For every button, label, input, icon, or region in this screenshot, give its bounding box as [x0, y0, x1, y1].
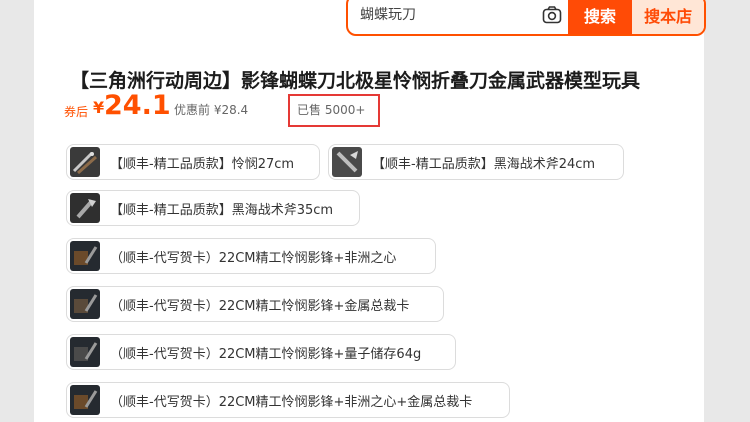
sku-label: （顺丰-代写贺卡）22CM精工怜悯影锋+金属总裁卡 — [110, 298, 410, 314]
highlight-box — [288, 94, 380, 127]
sku-label: 【顺丰-精工品质款】怜悯27cm — [110, 156, 295, 172]
search-bar: 搜索 搜本店 — [346, 0, 706, 36]
sku-thumbnail — [70, 289, 100, 319]
camera-icon[interactable] — [536, 0, 568, 32]
sku-option[interactable]: 【顺丰-精工品质款】黑海战术斧24cm — [328, 144, 624, 180]
search-button[interactable]: 搜索 — [567, 0, 633, 34]
coupon-price-label: 券后 — [64, 105, 89, 119]
sku-label: （顺丰-代写贺卡）22CM精工怜悯影锋+非洲之心 — [110, 250, 397, 266]
search-input[interactable] — [348, 0, 536, 34]
sku-label: （顺丰-代写贺卡）22CM精工怜悯影锋+量子储存64g — [110, 346, 422, 362]
sku-thumbnail — [332, 147, 362, 177]
sku-label: 【顺丰-精工品质款】黑海战术斧35cm — [110, 202, 334, 218]
product-title: 【三角洲行动周边】影锋蝴蝶刀北极星怜悯折叠刀金属武器模型玩具 — [70, 70, 641, 92]
price-currency: ¥ — [93, 98, 105, 117]
sku-thumbnail — [70, 193, 100, 223]
price-value: 24.1 — [104, 90, 171, 121]
sku-thumbnail — [70, 337, 100, 367]
product-page: 搜索 搜本店 【三角洲行动周边】影锋蝴蝶刀北极星怜悯折叠刀金属武器模型玩具 券后… — [34, 0, 706, 422]
sku-option[interactable]: （顺丰-代写贺卡）22CM精工怜悯影锋+金属总裁卡 — [66, 286, 444, 322]
sku-thumbnail — [70, 147, 100, 177]
sku-label: （顺丰-代写贺卡）22CM精工怜悯影锋+非洲之心+金属总裁卡 — [110, 394, 473, 410]
sku-option[interactable]: 【顺丰-精工品质款】黑海战术斧35cm — [66, 190, 360, 226]
sku-option[interactable]: （顺丰-代写贺卡）22CM精工怜悯影锋+量子储存64g — [66, 334, 456, 370]
sku-thumbnail — [70, 241, 100, 271]
sku-label: 【顺丰-精工品质款】黑海战术斧24cm — [372, 156, 596, 172]
price-row: 券后 ¥ 24.1 优惠前 ¥28.4 已售 5000+ — [64, 90, 704, 128]
sku-thumbnail — [70, 385, 100, 415]
sku-option[interactable]: （顺丰-代写贺卡）22CM精工怜悯影锋+非洲之心+金属总裁卡 — [66, 382, 510, 418]
sku-option[interactable]: 【顺丰-精工品质款】怜悯27cm — [66, 144, 320, 180]
original-price: 优惠前 ¥28.4 — [174, 103, 249, 117]
search-shop-button[interactable]: 搜本店 — [632, 0, 704, 34]
sku-option[interactable]: （顺丰-代写贺卡）22CM精工怜悯影锋+非洲之心 — [66, 238, 436, 274]
